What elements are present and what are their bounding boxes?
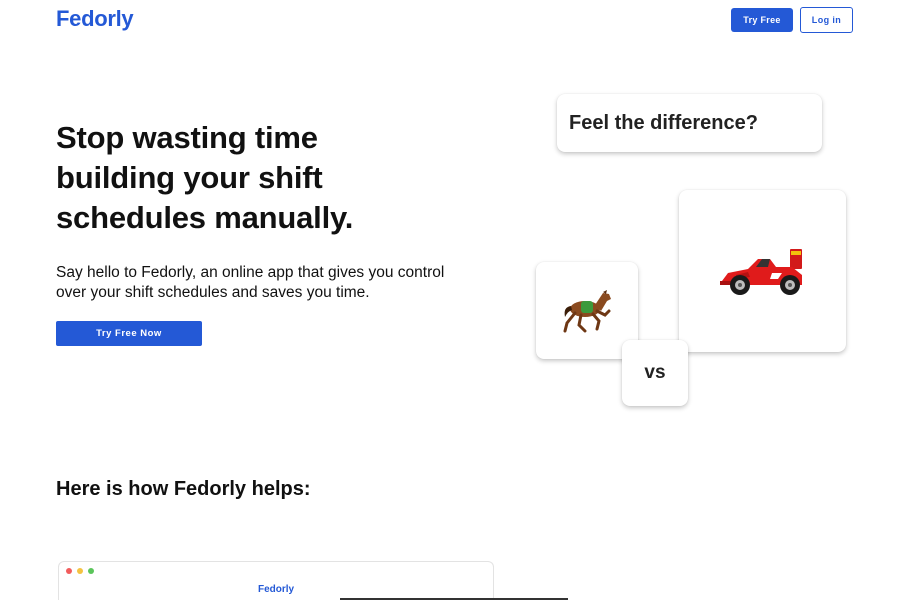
window-close-dot-icon <box>66 568 72 574</box>
horse-icon <box>563 289 611 332</box>
try-free-button[interactable]: Try Free <box>731 8 793 32</box>
try-free-now-button[interactable]: Try Free Now <box>56 321 202 346</box>
hero-subtitle: Say hello to Fedorly, an online app that… <box>56 264 445 301</box>
window-maximize-dot-icon <box>88 568 94 574</box>
login-button[interactable]: Log in <box>800 7 853 33</box>
question-card: Feel the difference? <box>557 94 822 152</box>
question-text: Feel the difference? <box>569 111 758 134</box>
preview-brand: Fedorly <box>258 584 295 595</box>
logo[interactable]: Fedorly <box>56 6 134 32</box>
race-car-icon <box>719 249 802 295</box>
vs-badge: vs <box>622 340 688 406</box>
how-it-helps-title: Here is how Fedorly helps: <box>56 478 311 500</box>
race-car-card <box>679 190 846 352</box>
hero-title: Stop wasting time building your shift sc… <box>56 120 354 235</box>
app-preview-window: Fedorly <box>58 561 494 600</box>
window-minimize-dot-icon <box>77 568 83 574</box>
vs-label: vs <box>644 362 666 383</box>
